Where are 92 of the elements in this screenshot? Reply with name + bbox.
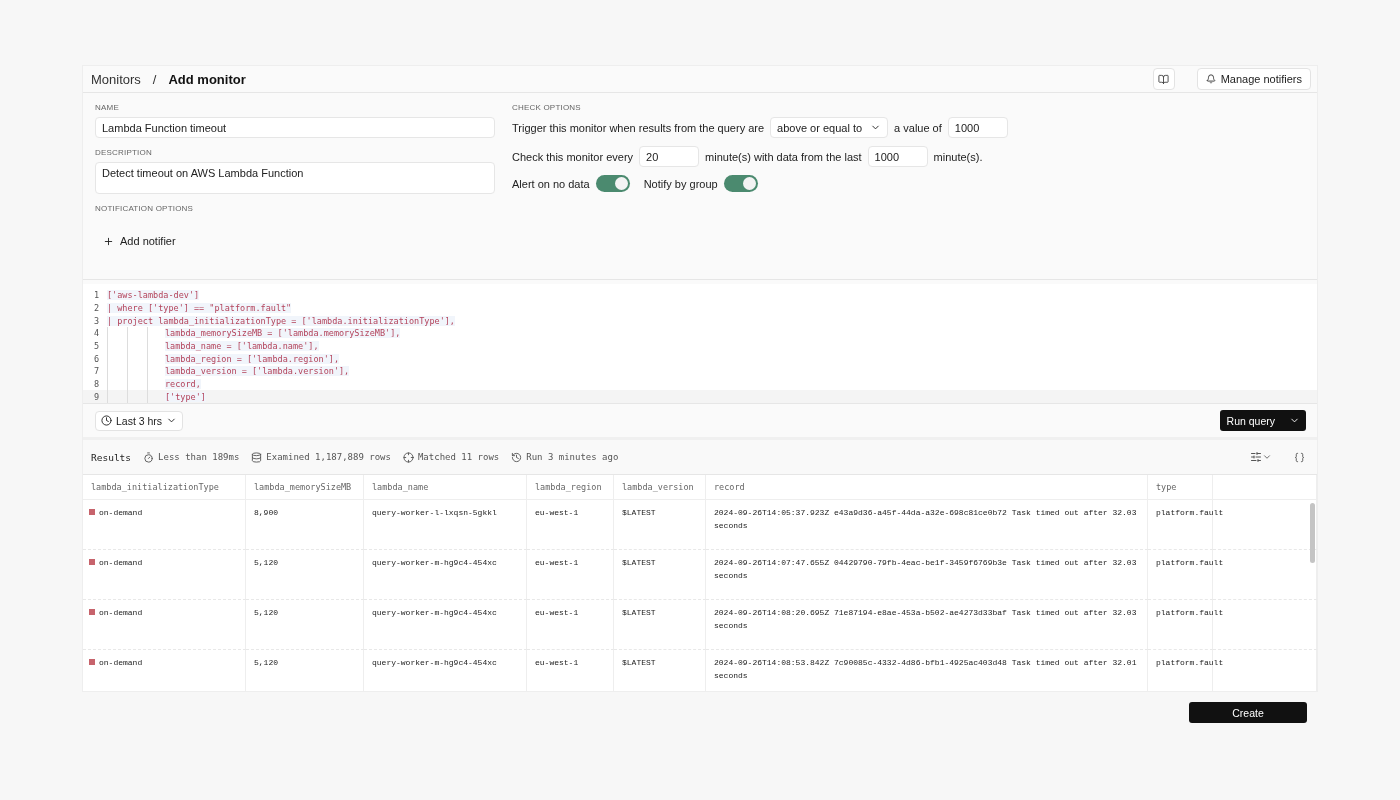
- table-cell-text: eu-west-1: [534, 507, 579, 519]
- section-label: NOTIFICATION OPTIONS: [95, 204, 195, 213]
- toggle-switch[interactable]: [723, 175, 758, 192]
- table-cell-text: 2024-09-26T14:08:53.842Z 7c90085c-4332-4d86-bfb1-4925ac403d48 Task timed out after 32.01 seconds: [713, 657, 1138, 682]
- value-text: a value of: [894, 121, 942, 134]
- table-cell-text: platform.fault: [1155, 657, 1224, 669]
- table-cell-text: $LATEST: [621, 557, 656, 569]
- table-cell-text: on-demand: [99, 557, 143, 569]
- table-cell-text: platform.fault: [1155, 557, 1224, 569]
- operator-select[interactable]: above or equal to: [770, 117, 889, 138]
- braces-icon: [1294, 451, 1305, 463]
- table-cell-text: query-worker-m-hg9c4-454xc: [371, 607, 497, 619]
- result-stat: Examined 1,187,889 rows: [251, 451, 391, 463]
- column-header[interactable]: lambda_region: [527, 475, 614, 500]
- line-number: 3: [92, 315, 100, 326]
- book-icon: [1158, 73, 1170, 85]
- table-cell-text: on-demand: [99, 657, 143, 669]
- table-cell-text: 5,120: [253, 607, 278, 619]
- line-number: 6: [92, 353, 100, 364]
- history-icon: [511, 451, 523, 463]
- manage-notifiers-button[interactable]: Manage notifiers: [1196, 68, 1311, 90]
- column-settings-button[interactable]: [1250, 451, 1272, 463]
- table-cell-text: eu-west-1: [534, 607, 579, 619]
- table-cell-text: 2024-09-26T14:05:37.923Z e43a9d36-a45f-44da-a32e-698c81ce0b72 Task timed out after 32.03 seconds: [713, 507, 1138, 532]
- field-label: DESCRIPTION: [95, 148, 153, 157]
- table-cell-text: $LATEST: [621, 657, 656, 669]
- table-cell-text: 2024-09-26T14:08:20.695Z 71e87194-e8ae-453a-b502-ae4273d33baf Task timed out after 32.03 seconds: [713, 607, 1138, 632]
- table-cell-text: eu-west-1: [534, 657, 579, 669]
- table-cell-text: 5,120: [253, 657, 278, 669]
- window-input[interactable]: 1000: [867, 146, 928, 167]
- column-header[interactable]: type: [1148, 475, 1213, 500]
- table-cell-text: query-worker-m-hg9c4-454xc: [371, 557, 497, 569]
- chevron-down-icon: [1262, 452, 1272, 462]
- field-label: NAME: [95, 103, 120, 112]
- interval-input[interactable]: 20: [639, 146, 700, 167]
- book-button[interactable]: [1152, 68, 1175, 90]
- scrollbar[interactable]: [1310, 503, 1315, 563]
- table-cell-text: $LATEST: [621, 507, 656, 519]
- line-number: 1: [92, 290, 100, 301]
- trigger-text: Trigger this monitor when results from the query are: [512, 121, 765, 134]
- table-cell-text: 5,120: [253, 557, 278, 569]
- line-number: 7: [92, 366, 100, 377]
- clock-icon: [101, 415, 112, 426]
- table-cell-text: query-worker-l-lxqsn-5gkkl: [371, 507, 497, 519]
- breadcrumb-separator: /: [152, 71, 157, 87]
- add-notifier-button[interactable]: Add notifier: [103, 235, 176, 247]
- result-stat: Run 3 minutes ago: [511, 451, 619, 463]
- table-cell-text: $LATEST: [621, 607, 656, 619]
- toggle-label: Notify by group: [643, 177, 718, 190]
- table-cell-text: 2024-09-26T14:07:47.655Z 04429790-79fb-4eac-be1f-3459f6769b3e Task timed out after 32.03 seconds: [713, 557, 1138, 582]
- breadcrumb-item: Add monitor: [168, 71, 246, 87]
- table-cell-text: on-demand: [99, 607, 143, 619]
- table-cell-text: eu-west-1: [534, 557, 579, 569]
- window-text: minute(s) with data from the last: [705, 150, 862, 163]
- time-range-button[interactable]: Last 3 hrs: [95, 410, 184, 431]
- code-editor[interactable]: [83, 284, 1317, 404]
- column-header[interactable]: record: [706, 475, 1148, 500]
- unit-text: minute(s).: [933, 150, 983, 163]
- column-header[interactable]: lambda_initializationType: [83, 475, 246, 500]
- line-number: 2: [92, 303, 100, 313]
- column-header[interactable]: lambda_name: [364, 475, 527, 500]
- sliders-icon: [1250, 451, 1262, 463]
- name-input[interactable]: Lambda Function timeout: [95, 117, 495, 138]
- result-stat: Matched 11 rows: [402, 451, 500, 463]
- table-cell-text: platform.fault: [1155, 507, 1224, 519]
- column-header[interactable]: lambda_version: [614, 475, 706, 500]
- section-label: CHECK OPTIONS: [512, 103, 582, 112]
- table-cell-text: 8,900: [253, 507, 278, 519]
- toggle-label: Alert on no data: [512, 177, 590, 190]
- line-number: 8: [92, 379, 100, 390]
- toggle-switch[interactable]: [595, 175, 630, 192]
- value-input[interactable]: 1000: [947, 117, 1008, 138]
- database-icon: [251, 451, 263, 463]
- description-input[interactable]: Detect timeout on AWS Lambda Function: [95, 162, 495, 194]
- breadcrumb-item[interactable]: Monitors: [91, 71, 141, 87]
- timer-icon: [143, 451, 155, 463]
- interval-text: Check this monitor every: [512, 150, 634, 163]
- line-number: 4: [92, 328, 100, 339]
- table-cell-text: on-demand: [99, 507, 143, 519]
- bell-icon: [1205, 74, 1216, 84]
- column-header[interactable]: lambda_memorySizeMB: [246, 475, 364, 500]
- table-cell-text: platform.fault: [1155, 607, 1224, 619]
- result-stat: Less than 189ms: [143, 451, 240, 463]
- plus-icon: [103, 235, 114, 247]
- table-cell-text: query-worker-m-hg9c4-454xc: [371, 657, 497, 669]
- results-title: Results: [91, 451, 132, 463]
- run-query-button[interactable]: Run query: [1219, 410, 1306, 431]
- json-view-button[interactable]: [1294, 451, 1305, 463]
- create-button[interactable]: Create: [1189, 702, 1307, 723]
- line-number: 5: [92, 341, 100, 351]
- crosshair-icon: [402, 451, 414, 463]
- line-number: 9: [92, 391, 100, 402]
